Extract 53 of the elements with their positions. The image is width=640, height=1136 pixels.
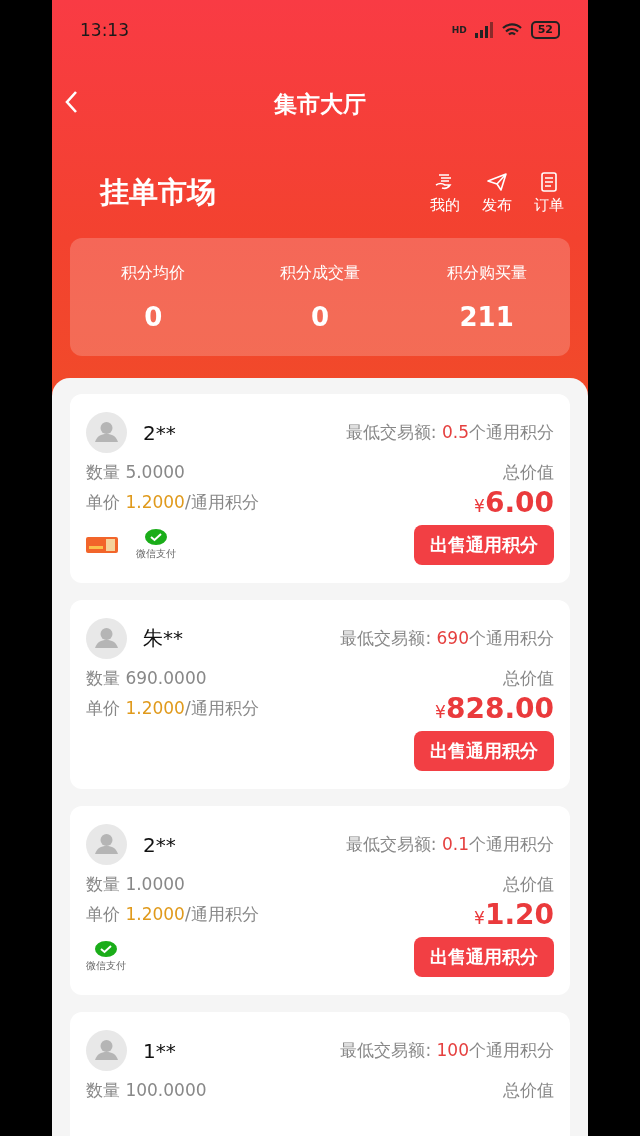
total-price: ¥828.00 (435, 692, 554, 725)
quantity: 数量 1.0000 (86, 873, 185, 896)
header-action[interactable]: 我的 (430, 171, 460, 215)
battery-indicator: 52 (530, 21, 560, 39)
status-time: 13:13 (80, 20, 129, 40)
user-name: 1** (143, 1038, 176, 1063)
user-name: 2** (143, 420, 176, 445)
quantity: 数量 690.0000 (86, 667, 207, 690)
section-title: 挂单市场 (100, 174, 216, 211)
stat-label: 积分均价 (121, 262, 186, 284)
total-label: 总价值 (503, 873, 554, 896)
card-thumbnail-icon (86, 537, 118, 553)
back-icon (64, 90, 78, 114)
avatar-icon (86, 412, 127, 453)
wechat-pay-icon (145, 529, 167, 547)
payment-label: 微信支付 (136, 547, 176, 561)
header-action[interactable]: 发布 (482, 171, 512, 215)
payment-label: 微信支付 (86, 959, 126, 973)
unit-price: 单价 1.2000/通用积分 (86, 697, 259, 720)
avatar-icon (86, 1030, 127, 1071)
signal-icon (474, 22, 493, 38)
total-price: ¥1.20 (474, 898, 554, 931)
avatar-icon (86, 618, 127, 659)
user-name: 朱** (143, 625, 183, 652)
total-label: 总价值 (503, 461, 554, 484)
minimum-amount: 最低交易额: 690个通用积分 (340, 627, 554, 650)
minimum-amount: 最低交易额: 100个通用积分 (340, 1039, 554, 1062)
unit-price: 单价 1.2000/通用积分 (86, 903, 259, 926)
total-label: 总价值 (503, 1079, 554, 1102)
total-label: 总价值 (503, 667, 554, 690)
document-icon (540, 171, 558, 192)
total-price: ¥6.00 (474, 486, 554, 519)
wechat-pay-icon (95, 941, 117, 959)
minimum-amount: 最低交易额: 0.5个通用积分 (345, 421, 554, 444)
stat-label: 积分购买量 (446, 262, 527, 284)
stat-value: 0 (310, 301, 330, 332)
paper-plane-icon (486, 171, 508, 192)
signal-label: HD (451, 25, 467, 35)
sell-button[interactable]: 出售通用积分 (414, 525, 554, 565)
sell-button[interactable]: 出售通用积分 (414, 731, 554, 771)
header-action[interactable]: 订单 (534, 171, 564, 215)
quantity: 数量 5.0000 (86, 461, 185, 484)
stat-value: 0 (144, 301, 163, 332)
avatar-icon (86, 824, 127, 865)
page-title: 集市大厅 (274, 89, 366, 119)
wifi-icon (500, 22, 523, 38)
minimum-amount: 最低交易额: 0.1个通用积分 (345, 833, 554, 856)
quantity: 数量 100.0000 (86, 1079, 207, 1102)
user-name: 2** (143, 832, 176, 857)
unit-price: 单价 1.2000/通用积分 (86, 491, 259, 514)
stat-value: 211 (459, 301, 514, 332)
sell-button[interactable]: 出售通用积分 (414, 937, 554, 977)
stat-label: 积分成交量 (280, 262, 360, 284)
